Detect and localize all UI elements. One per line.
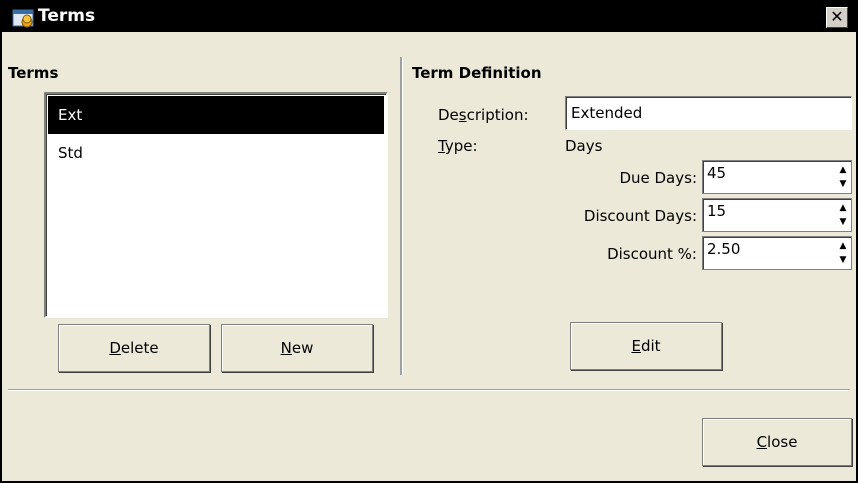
close-mnemonic: C bbox=[756, 433, 768, 451]
edit-label: dit bbox=[640, 337, 661, 355]
close-icon: ✕ bbox=[830, 7, 844, 26]
edit-mnemonic: E bbox=[631, 337, 641, 355]
list-item[interactable]: Std bbox=[48, 134, 384, 172]
footer-divider bbox=[8, 389, 850, 391]
discount-days-spinner[interactable]: 15 ▲ ▼ bbox=[702, 198, 852, 232]
spin-down-icon[interactable]: ▼ bbox=[837, 253, 849, 269]
new-mnemonic: N bbox=[280, 339, 292, 357]
type-value: Days bbox=[565, 137, 603, 155]
due-days-spinner[interactable]: 45 ▲ ▼ bbox=[702, 160, 852, 194]
close-window-button[interactable]: ✕ bbox=[826, 7, 848, 28]
due-days-label: Due Days: bbox=[619, 169, 697, 187]
list-item-label: Std bbox=[58, 144, 83, 162]
spin-down-icon[interactable]: ▼ bbox=[837, 215, 849, 231]
description-label: Description: bbox=[438, 106, 529, 124]
discount-days-label: Discount Days: bbox=[583, 207, 697, 225]
list-item[interactable]: Ext bbox=[48, 96, 384, 134]
new-label: ew bbox=[291, 339, 314, 357]
delete-mnemonic: D bbox=[109, 339, 121, 357]
discount-pct-spinner[interactable]: 2.50 ▲ ▼ bbox=[702, 236, 852, 270]
terms-list[interactable]: Ext Std bbox=[44, 92, 388, 318]
panel-divider bbox=[400, 57, 403, 375]
term-definition-heading: Term Definition bbox=[412, 64, 542, 82]
app-icon bbox=[12, 9, 34, 28]
delete-label: elete bbox=[120, 339, 159, 357]
title-bar[interactable]: Terms ✕ bbox=[2, 2, 856, 32]
close-button[interactable]: Close bbox=[702, 418, 852, 466]
discount-pct-value: 2.50 bbox=[707, 240, 741, 258]
discount-pct-label: Discount %: bbox=[607, 245, 697, 263]
delete-button[interactable]: Delete bbox=[58, 324, 210, 372]
close-label: lose bbox=[767, 433, 798, 451]
spin-down-icon[interactable]: ▼ bbox=[837, 177, 849, 193]
window-title: Terms bbox=[38, 6, 96, 26]
new-button[interactable]: New bbox=[221, 324, 373, 372]
terms-dialog: Terms ✕ Terms Ext Std Delete New Term De… bbox=[0, 0, 858, 483]
description-field[interactable]: Extended bbox=[565, 96, 852, 130]
discount-days-value: 15 bbox=[707, 202, 727, 220]
list-item-label: Ext bbox=[58, 106, 83, 124]
type-label: Type: bbox=[438, 137, 478, 155]
edit-button[interactable]: Edit bbox=[570, 322, 722, 370]
due-days-value: 45 bbox=[707, 164, 727, 182]
terms-heading: Terms bbox=[8, 64, 59, 82]
